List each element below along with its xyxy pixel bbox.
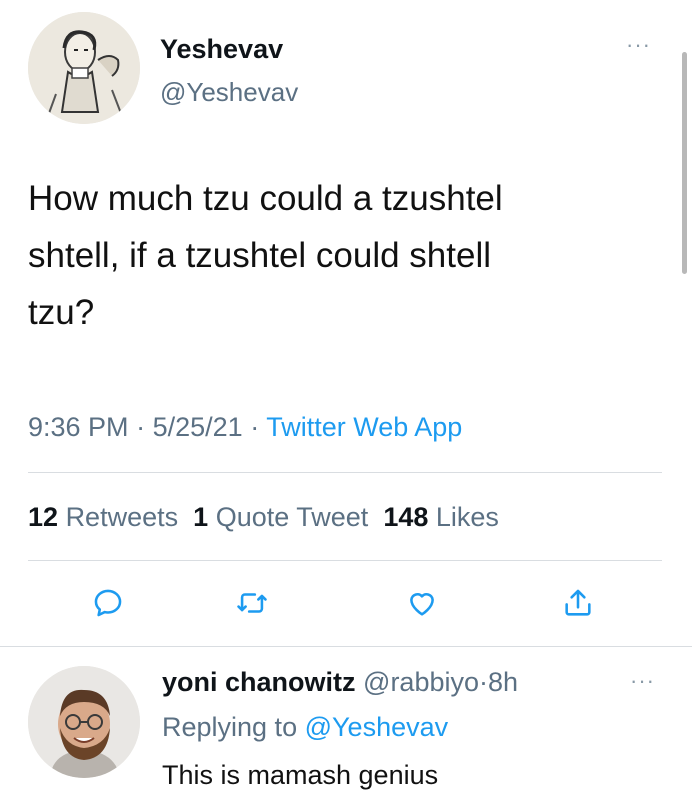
author-avatar[interactable] [28,12,140,124]
retweets-label: Retweets [65,502,179,532]
tweet-text: How much tzu could a tzushtel shtell, if… [28,170,648,341]
replying-to-label: Replying to [162,712,298,742]
quote-tweets-stat[interactable]: 1 Quote Tweet [193,502,368,532]
meta-separator: · [136,412,146,442]
retweets-count: 12 [28,502,59,532]
tweet-stats: 12 Retweets 1 Quote Tweet 148 Likes [28,502,499,533]
reply-text: This is mamash genius [162,760,439,790]
reply-icon [94,589,122,617]
tweet-text-line: tzu? [28,293,95,332]
share-button[interactable] [556,581,600,625]
reply-time[interactable]: 8h [488,667,518,697]
divider [0,646,692,647]
more-options-icon[interactable]: ··· [626,32,651,58]
reply-author-handle[interactable]: @rabbiyo [363,667,479,697]
replying-to-handle[interactable]: @Yeshevav [305,712,449,742]
tweet-meta: 9:36 PM · 5/25/21 · Twitter Web App [28,412,462,443]
retweets-stat[interactable]: 12 Retweets [28,502,178,532]
replying-to: Replying to @Yeshevav [162,712,448,743]
reply-header: yoni chanowitz @rabbiyo·8h [162,667,518,698]
reply-button[interactable] [86,581,130,625]
like-button[interactable] [400,581,444,625]
divider [28,560,662,561]
share-icon [565,589,591,616]
likes-count: 148 [383,502,429,532]
vintage-portrait-icon [28,12,140,124]
author-handle[interactable]: @Yeshevav [160,77,298,108]
heart-icon [410,593,434,616]
quotes-label: Quote Tweet [215,502,369,532]
reply-author-name[interactable]: yoni chanowitz [162,667,356,697]
quotes-count: 1 [193,502,209,532]
tweet-date[interactable]: 5/25/21 [153,412,243,442]
meta-separator: · [250,412,260,442]
reply-author-avatar[interactable] [28,666,140,778]
reply-more-options-icon[interactable]: ··· [630,668,655,694]
retweet-icon [237,593,267,613]
tweet-time[interactable]: 9:36 PM [28,412,129,442]
author-display-name[interactable]: Yeshevav [160,34,283,65]
tweet-text-line: How much tzu could a tzushtel [28,179,503,218]
reply-separator: · [479,667,488,697]
likes-stat[interactable]: 148 Likes [383,502,499,532]
scrollbar[interactable] [682,52,687,274]
retweet-button[interactable] [230,581,274,625]
tweet-text-line: shtell, if a tzushtel could shtell [28,236,492,275]
tweet-source-link[interactable]: Twitter Web App [266,412,462,442]
likes-label: Likes [435,502,499,532]
user-photo-icon [28,666,140,778]
divider [28,472,662,473]
